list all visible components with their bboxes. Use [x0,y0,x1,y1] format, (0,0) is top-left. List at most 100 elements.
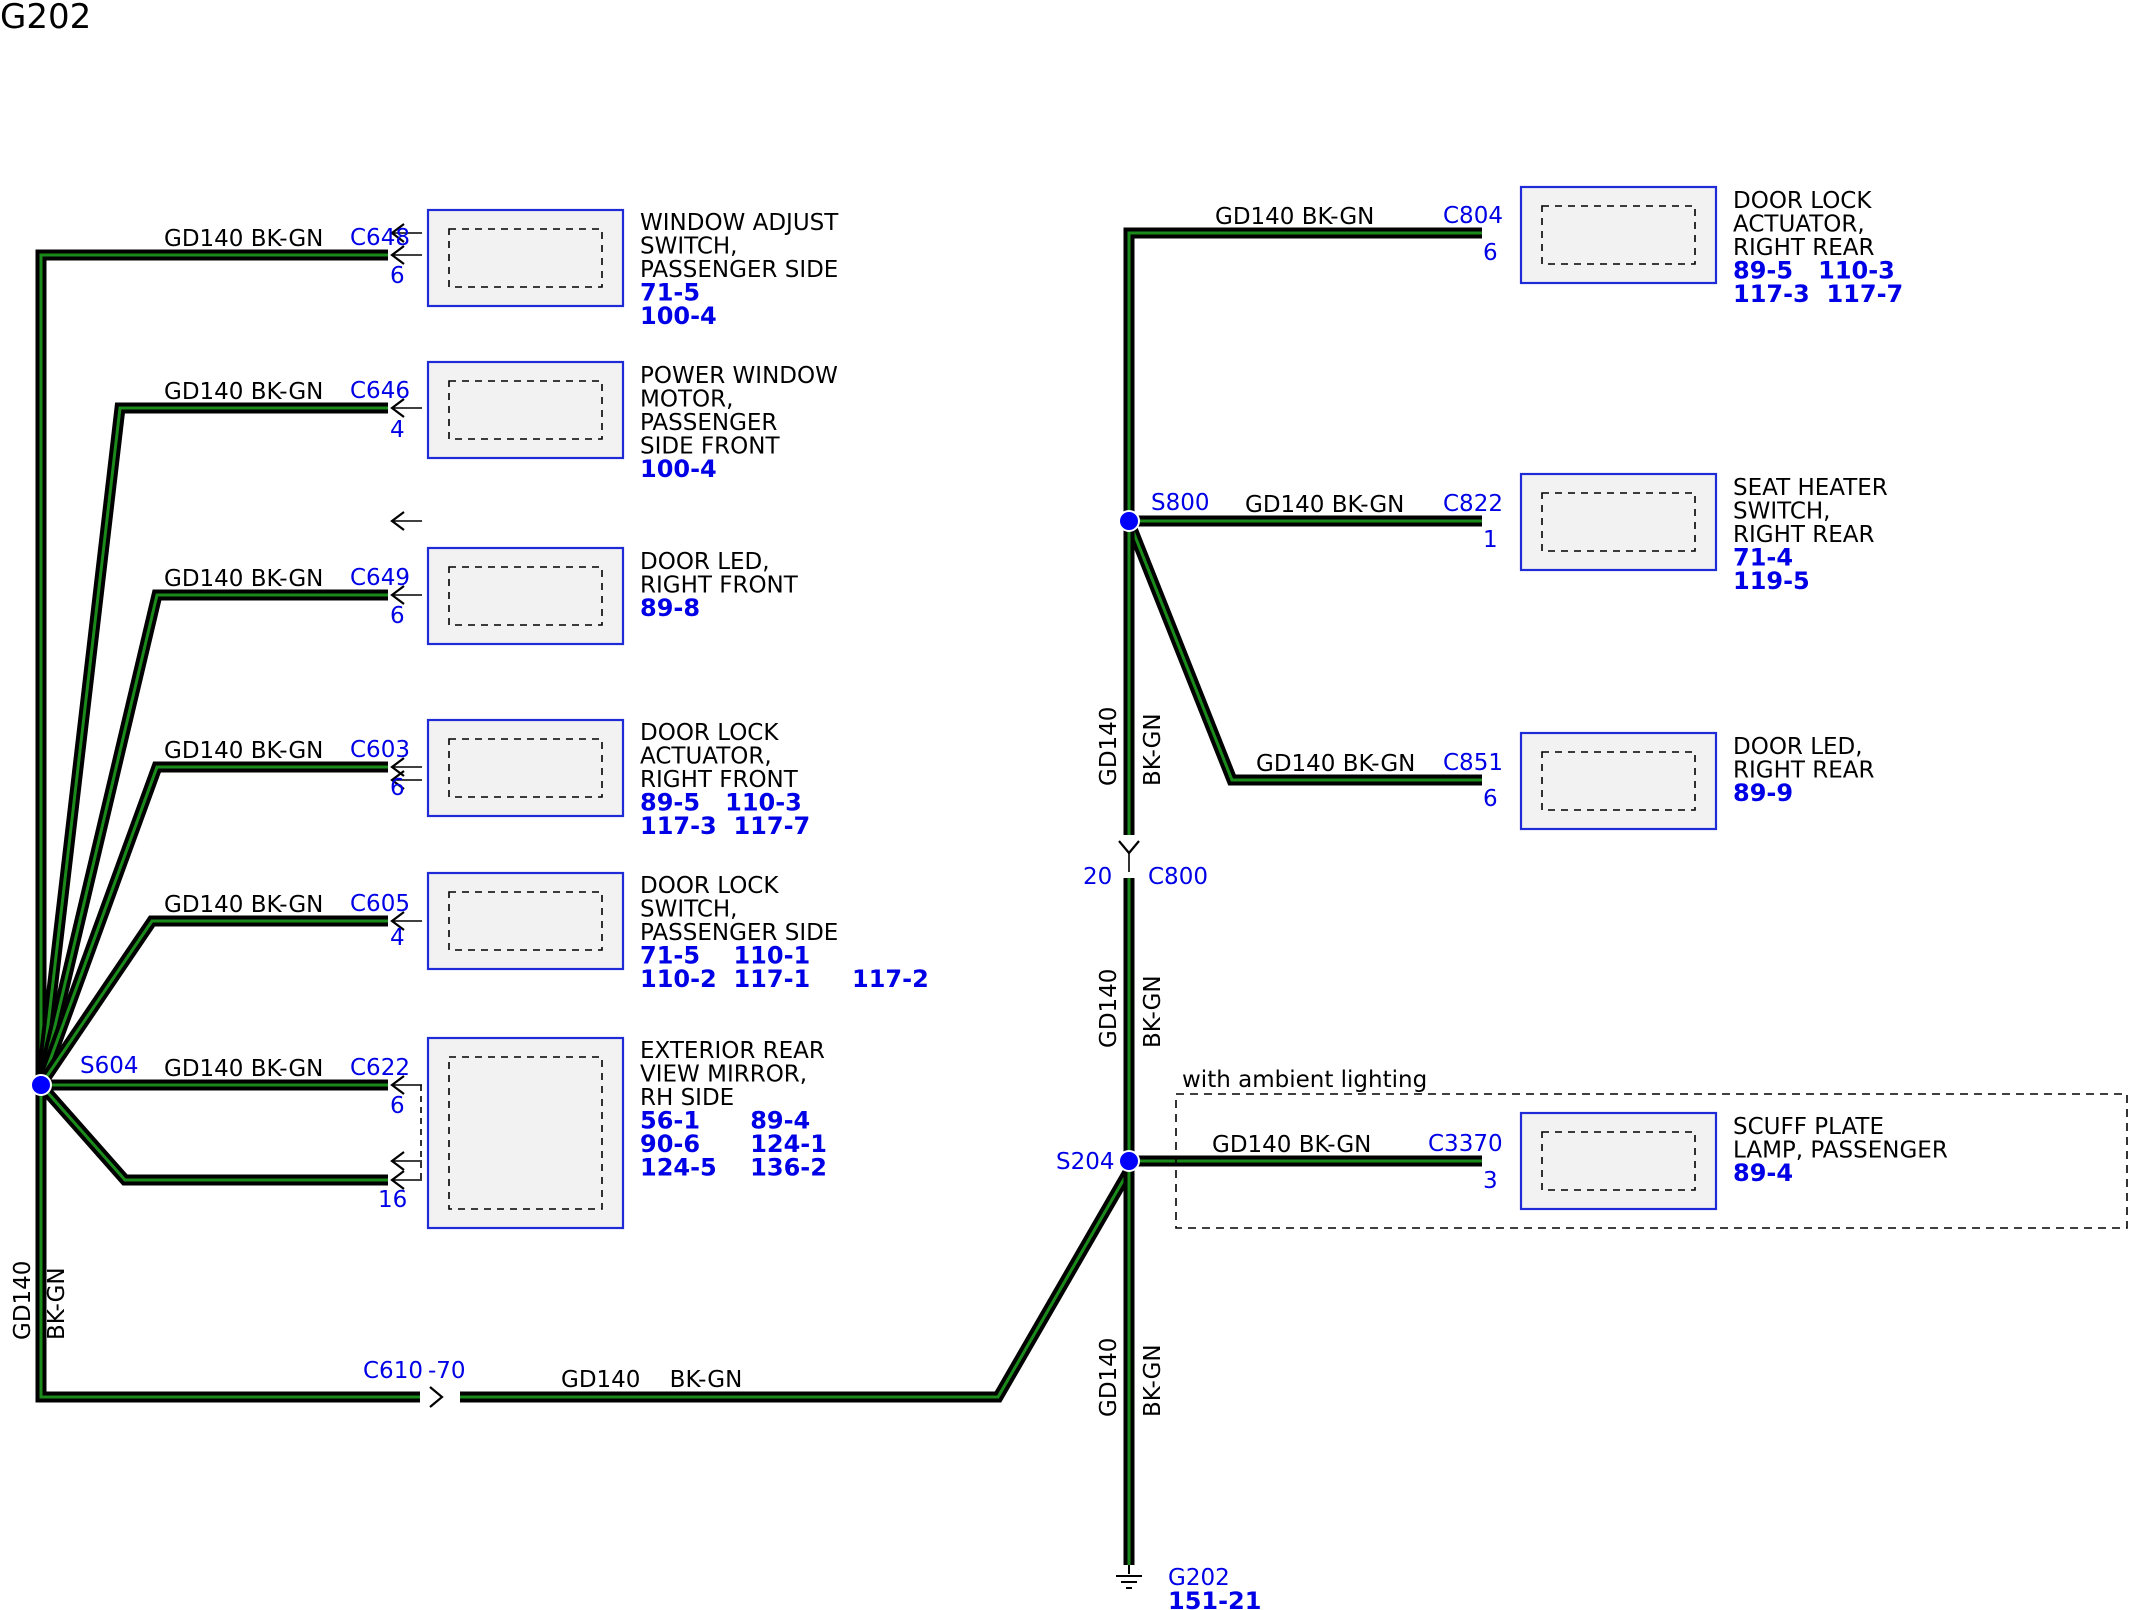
wire-label-c646: GD140 BK-GN [164,379,323,405]
connector-c804: C804 [1443,203,1503,229]
wire-label-c822: GD140 BK-GN [1245,492,1404,518]
pin-c622-2: 16 [378,1187,407,1213]
connector-c648: C648 [350,225,410,251]
connector-c3370: C3370 [1428,1131,1503,1157]
connector-c649: C649 [350,565,410,591]
vwire-label-lower-circuit: GD140 [1096,1338,1122,1417]
connector-c603: C603 [350,737,410,763]
component-ref-c649-1: 89-8 [640,594,700,622]
option-ambient-lighting-label: with ambient lighting [1182,1067,1427,1093]
component-name-c646-3: PASSENGER [640,410,777,436]
component-name-c822-1: SEAT HEATER [1733,475,1888,501]
pin-c822-1: 1 [1483,527,1498,553]
component-box-c648 [426,208,625,308]
wiring-diagram: G202 GD140 BK-GN C6486WINDOW ADJUSTSWITCH… [0,0,2128,1610]
pin-c605-1: 4 [390,925,405,951]
pin-c622-1: 6 [390,1093,405,1119]
inline-c610-pin: -70 [428,1358,466,1384]
component-box-c605 [426,871,625,971]
wire-label-c851: GD140 BK-GN [1256,751,1415,777]
pin-c851-1: 6 [1483,786,1498,812]
component-name-c603-2: ACTUATOR, [640,744,772,770]
component-ref-c851-1: 89-9 [1733,779,1793,807]
component-name-c622-2: VIEW MIRROR, [640,1062,807,1088]
pin-c603-1: 6 [390,775,405,801]
vwire-label-mid-color: BK-GN [1140,975,1166,1048]
component-box-c622 [426,1036,625,1230]
wire-label-c605: GD140 BK-GN [164,892,323,918]
vwire-label-left-circuit: GD140 [10,1261,36,1340]
component-box-c804 [1519,185,1718,285]
splice-s604-dot [30,1074,52,1096]
component-box-c3370 [1519,1111,1718,1211]
vwire-label-upper-circuit: GD140 [1096,707,1122,786]
component-box-c822 [1519,472,1718,572]
wire-label-c3370: GD140 BK-GN [1212,1132,1371,1158]
vwire-label-mid-circuit: GD140 [1096,969,1122,1048]
component-box-c649 [426,546,625,646]
component-name-c646-2: MOTOR, [640,387,733,413]
splice-s800-label: S800 [1151,490,1210,516]
pin-c3370-1: 3 [1483,1168,1498,1194]
component-name-c3370-1: SCUFF PLATE [1733,1114,1884,1140]
component-name-c648-2: SWITCH, [640,234,738,260]
component-box-c851 [1519,731,1718,831]
connector-c646: C646 [350,378,410,404]
wire-label-c603: GD140 BK-GN [164,738,323,764]
component-ref-c603-2: 117-3 117-7 [640,812,810,840]
pin-c648-1: 6 [390,263,405,289]
wire-label-c649: GD140 BK-GN [164,566,323,592]
ground-g202-ref: 151-21 [1168,1587,1261,1610]
component-box-c603 [426,718,625,818]
inline-c800-pin: 20 [1083,864,1112,890]
wire-c804 [1123,227,1482,521]
component-ref-c605-2: 110-2 117-1 117-2 [640,965,929,993]
splice-s604-label: S604 [80,1053,139,1079]
component-ref-c822-2: 119-5 [1733,567,1810,595]
pin-c804-1: 6 [1483,240,1498,266]
diagram-title: G202 [0,0,91,37]
wire-s604-c610-stripe [39,1085,420,1399]
component-name-c605-1: DOOR LOCK [640,873,779,899]
component-name-c646-1: POWER WINDOW [640,363,838,389]
vwire-label-lower-color: BK-GN [1140,1344,1166,1417]
component-name-c603-1: DOOR LOCK [640,720,779,746]
component-name-c851-1: DOOR LED, [1733,734,1863,760]
inline-c800-label: C800 [1148,864,1208,890]
splice-s800-dot [1118,510,1140,532]
component-name-c648-1: WINDOW ADJUST [640,210,839,236]
components [426,185,1718,1230]
pin-c646-1: 4 [390,417,405,443]
component-ref-c622-3: 124-5 136-2 [640,1154,827,1182]
component-name-c822-2: SWITCH, [1733,499,1831,525]
connector-c622: C622 [350,1055,410,1081]
component-name-c804-2: ACTUATOR, [1733,212,1865,238]
wire-label-c648: GD140 BK-GN [164,226,323,252]
connector-c851: C851 [1443,750,1503,776]
component-name-c649-1: DOOR LED, [640,549,770,575]
wire-c622-b [36,1081,388,1186]
component-name-c605-2: SWITCH, [640,897,738,923]
wires [30,223,2128,1589]
component-ref-c3370-1: 89-4 [1733,1159,1793,1187]
splice-s204-dot [1118,1150,1140,1172]
splice-s204-label: S204 [1056,1149,1115,1175]
inline-c610-label: C610 [363,1358,423,1384]
wire-label-c610: GD140 BK-GN [561,1367,742,1393]
inline-c610-arrow [429,1386,444,1408]
inline-c800-arrow [1118,840,1140,855]
vwire-label-left-color: BK-GN [44,1267,70,1340]
wire-label-c804: GD140 BK-GN [1215,204,1374,230]
component-ref-c646-1: 100-4 [640,455,717,483]
connector-c822: C822 [1443,491,1503,517]
vwire-label-upper-color: BK-GN [1140,713,1166,786]
component-ref-c648-2: 100-4 [640,302,717,330]
component-box-c646 [426,360,625,460]
connector-c605: C605 [350,891,410,917]
wire-c622-b-stripe [39,1084,388,1182]
wire-s604-c610 [35,1085,420,1403]
component-name-c804-1: DOOR LOCK [1733,188,1872,214]
component-ref-c804-2: 117-3 117-7 [1733,280,1903,308]
wire-label-c622: GD140 BK-GN [164,1056,323,1082]
wire-c804-stripe [1127,231,1482,521]
